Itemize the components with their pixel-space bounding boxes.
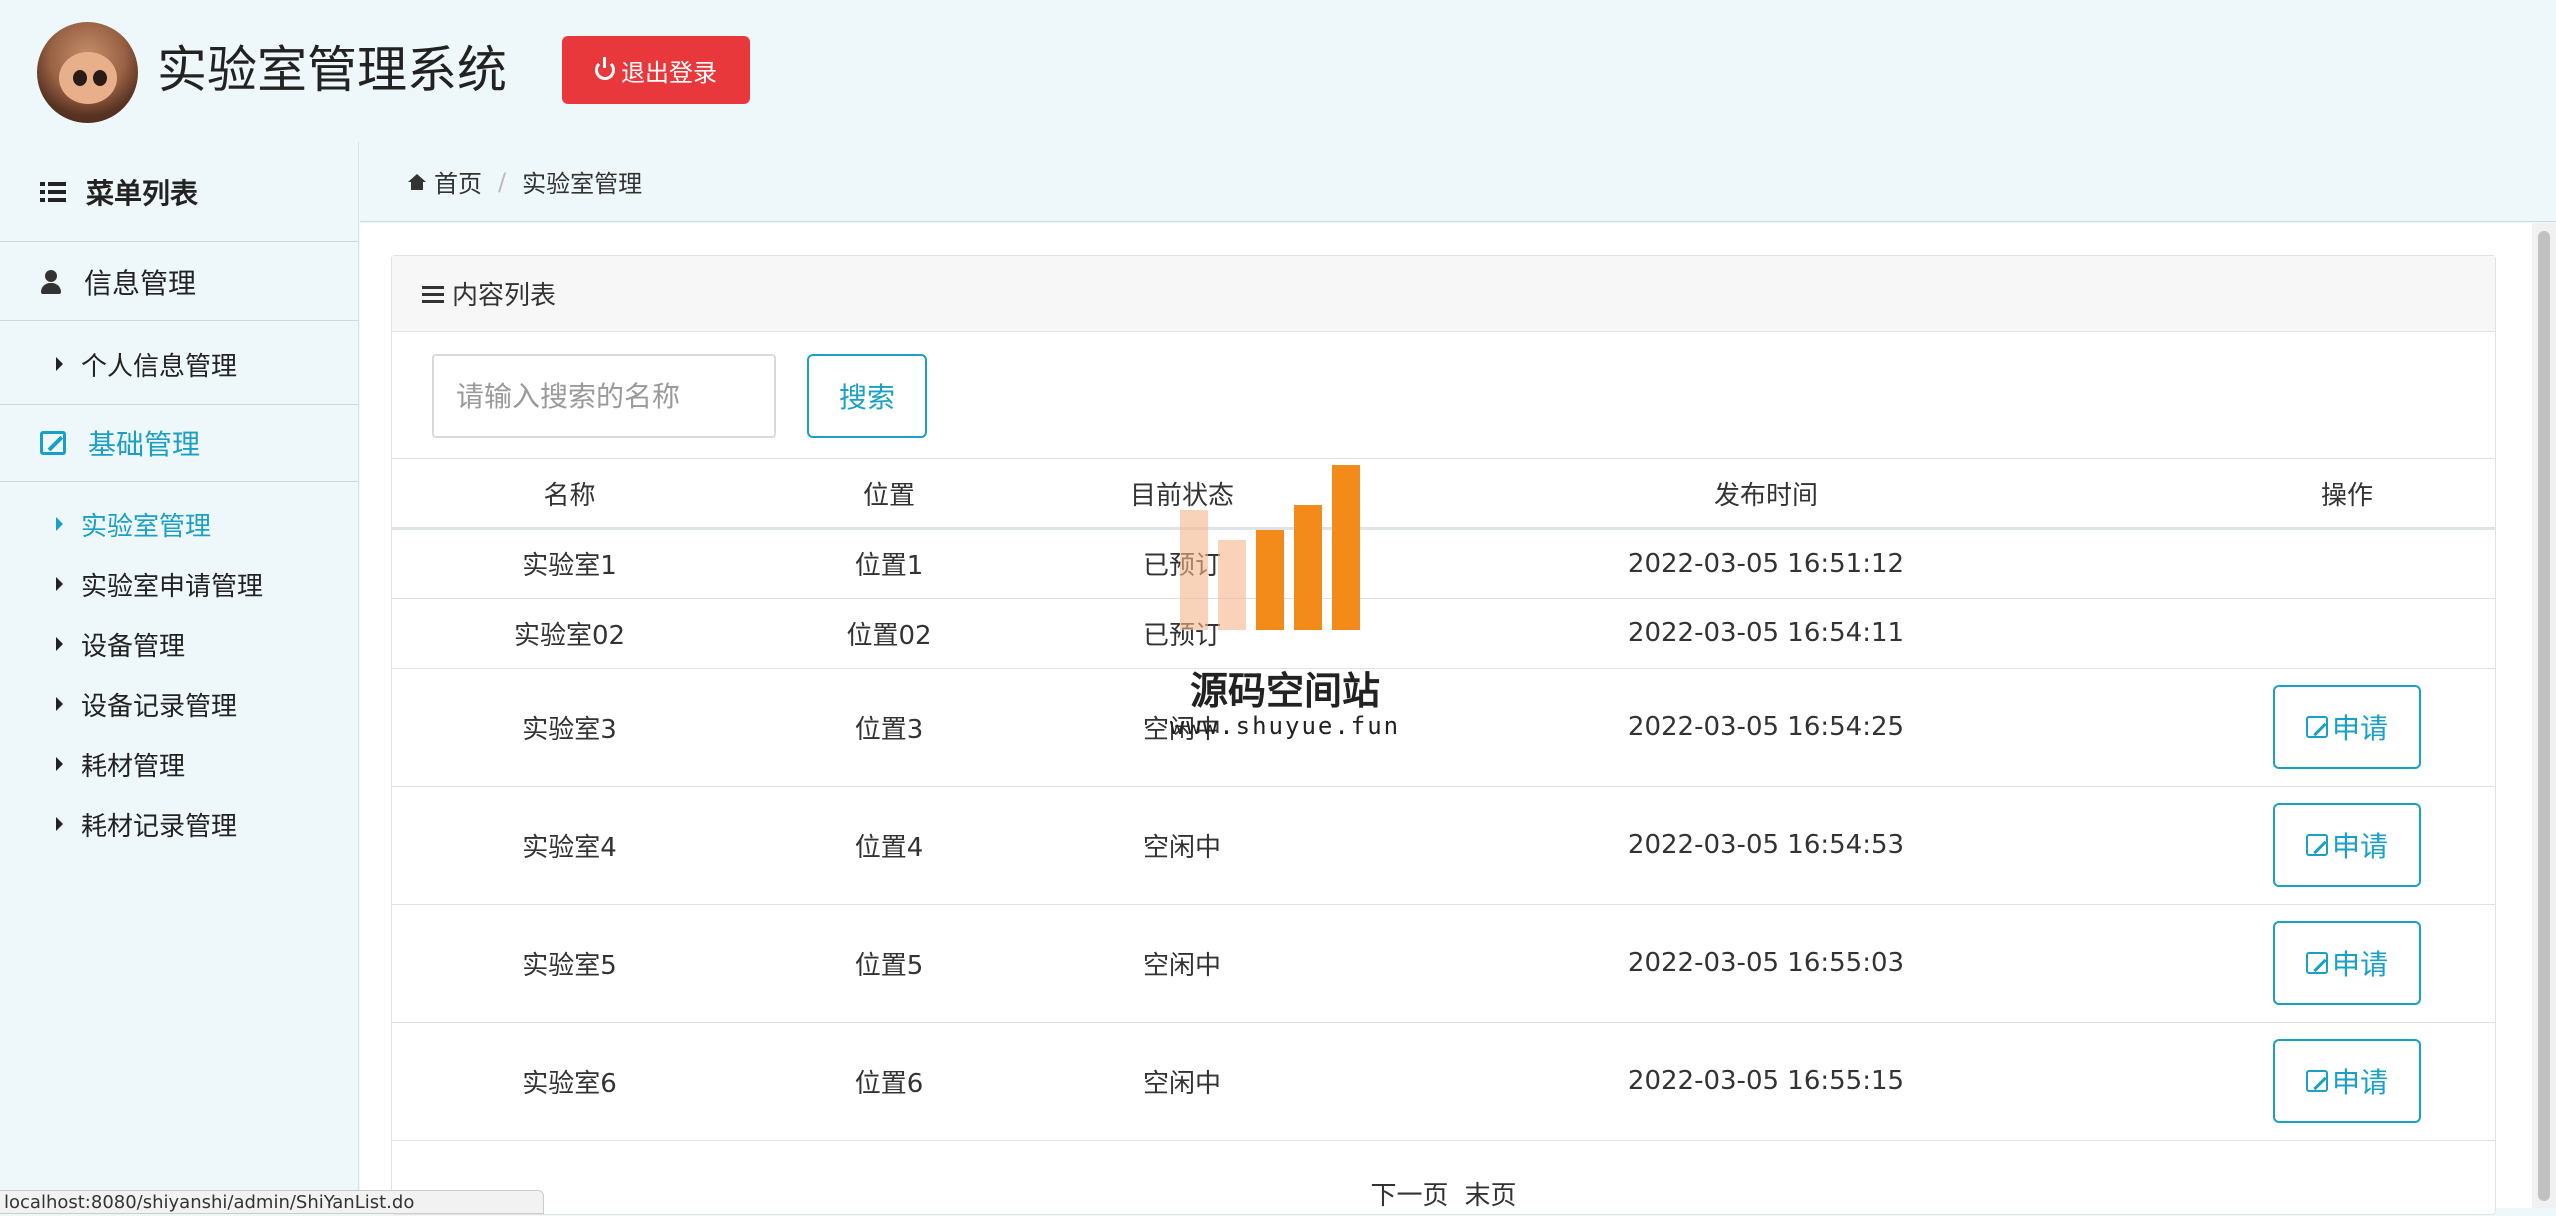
next-page-link[interactable]: 下一页 xyxy=(1370,1175,1448,1212)
sidebar-item-device-record[interactable]: 设备记录管理 xyxy=(0,674,359,734)
content-panel: 内容列表 搜索 名称 位置 目前状态 发布时间 操作 实验室1 位置1 已 xyxy=(391,255,2496,1215)
app-header: 实验室管理系统 退出登录 xyxy=(0,0,2556,142)
column-header-action: 操作 xyxy=(2199,460,2495,530)
search-input[interactable] xyxy=(432,354,776,438)
cell-time: 2022-03-05 16:54:11 xyxy=(1333,598,2199,669)
cell-time: 2022-03-05 16:55:03 xyxy=(1333,904,2199,1023)
table-row: 实验室4 位置4 空闲中 2022-03-05 16:54:53 申请 xyxy=(392,786,2495,905)
cell-action xyxy=(2199,598,2495,669)
caret-right-icon xyxy=(56,697,63,711)
sidebar-item-device[interactable]: 设备管理 xyxy=(0,614,359,674)
user-icon xyxy=(40,269,62,294)
apply-button[interactable]: 申请 xyxy=(2273,803,2421,887)
edit-icon xyxy=(2305,952,2328,974)
panel-header: 内容列表 xyxy=(392,256,2495,332)
search-button[interactable]: 搜索 xyxy=(807,354,927,438)
edit-icon xyxy=(2305,834,2328,856)
cell-status: 已预订 xyxy=(1031,598,1333,669)
cell-status: 空闲中 xyxy=(1031,904,1333,1023)
sidebar-item-lab[interactable]: 实验室管理 xyxy=(0,494,359,554)
column-header-time: 发布时间 xyxy=(1333,460,2199,530)
app-title: 实验室管理系统 xyxy=(157,41,507,99)
cell-location: 位置1 xyxy=(747,528,1031,599)
sidebar-item-consumable[interactable]: 耗材管理 xyxy=(0,734,359,794)
cell-name: 实验室02 xyxy=(392,598,747,669)
last-page-link[interactable]: 末页 xyxy=(1465,1175,1517,1212)
cell-action: 申请 xyxy=(2199,668,2495,787)
edit-icon xyxy=(2305,1070,2328,1092)
apply-button[interactable]: 申请 xyxy=(2273,1039,2421,1123)
cell-time: 2022-03-05 16:54:53 xyxy=(1333,786,2199,905)
search-bar: 搜索 xyxy=(392,333,2495,459)
scrollbar[interactable] xyxy=(2532,223,2556,1208)
edit-icon xyxy=(40,431,66,455)
logout-label: 退出登录 xyxy=(621,58,717,87)
cell-name: 实验室3 xyxy=(392,668,747,787)
breadcrumb-separator: / xyxy=(498,167,507,196)
table-row: 实验室3 位置3 空闲中 2022-03-05 16:54:25 申请 xyxy=(392,668,2495,787)
sidebar: 菜单列表 信息管理 个人信息管理 基础管理 实验室管理 实验室申请管理 设备管理… xyxy=(0,142,359,1208)
table-header-row: 名称 位置 目前状态 发布时间 操作 xyxy=(392,460,2495,530)
bars-icon xyxy=(422,285,444,303)
cell-status: 空闲中 xyxy=(1031,668,1333,787)
list-icon xyxy=(40,181,66,202)
breadcrumb-home[interactable]: 首页 xyxy=(434,164,482,199)
cell-time: 2022-03-05 16:54:25 xyxy=(1333,668,2199,787)
power-icon xyxy=(595,57,615,80)
caret-right-icon xyxy=(56,817,63,831)
cell-name: 实验室5 xyxy=(392,904,747,1023)
sidebar-item-profile[interactable]: 个人信息管理 xyxy=(0,334,359,394)
sidebar-group-basic[interactable]: 基础管理 xyxy=(0,404,359,482)
cell-name: 实验室4 xyxy=(392,786,747,905)
main-content: 内容列表 搜索 名称 位置 目前状态 发布时间 操作 实验室1 位置1 已 xyxy=(360,223,2532,1215)
caret-right-icon xyxy=(56,517,63,531)
cell-action xyxy=(2199,528,2495,599)
cell-location: 位置5 xyxy=(747,904,1031,1023)
caret-right-icon xyxy=(56,577,63,591)
table-row: 实验室6 位置6 空闲中 2022-03-05 16:55:15 申请 xyxy=(392,1022,2495,1141)
cell-status: 已预订 xyxy=(1031,528,1333,599)
lab-table: 名称 位置 目前状态 发布时间 操作 实验室1 位置1 已预订 2022-03-… xyxy=(392,460,2495,1141)
cell-action: 申请 xyxy=(2199,786,2495,905)
apply-button[interactable]: 申请 xyxy=(2273,685,2421,769)
breadcrumb-current: 实验室管理 xyxy=(522,170,643,198)
avatar xyxy=(37,22,138,123)
cell-location: 位置02 xyxy=(747,598,1031,669)
home-icon xyxy=(408,173,426,190)
cell-time: 2022-03-05 16:51:12 xyxy=(1333,528,2199,599)
sidebar-item-consumable-record[interactable]: 耗材记录管理 xyxy=(0,794,359,854)
cell-status: 空闲中 xyxy=(1031,786,1333,905)
status-bar-url: localhost:8080/shiyanshi/admin/ShiYanLis… xyxy=(0,1190,544,1214)
caret-right-icon xyxy=(56,637,63,651)
column-header-name: 名称 xyxy=(392,460,747,530)
cell-location: 位置6 xyxy=(747,1022,1031,1141)
cell-name: 实验室1 xyxy=(392,528,747,599)
column-header-location: 位置 xyxy=(747,460,1031,530)
caret-right-icon xyxy=(56,357,63,371)
apply-button[interactable]: 申请 xyxy=(2273,921,2421,1005)
sidebar-group-info[interactable]: 信息管理 xyxy=(0,243,359,321)
pagination: 下一页 末页 xyxy=(392,1170,2495,1216)
menu-title: 菜单列表 xyxy=(0,142,359,242)
cell-location: 位置3 xyxy=(747,668,1031,787)
edit-icon xyxy=(2305,716,2328,738)
cell-name: 实验室6 xyxy=(392,1022,747,1141)
cell-status: 空闲中 xyxy=(1031,1022,1333,1141)
cell-action: 申请 xyxy=(2199,1022,2495,1141)
column-header-status: 目前状态 xyxy=(1031,460,1333,530)
caret-right-icon xyxy=(56,757,63,771)
logout-button[interactable]: 退出登录 xyxy=(562,36,750,104)
table-row: 实验室02 位置02 已预订 2022-03-05 16:54:11 xyxy=(392,598,2495,669)
sidebar-item-lab-apply[interactable]: 实验室申请管理 xyxy=(0,554,359,614)
table-row: 实验室5 位置5 空闲中 2022-03-05 16:55:03 申请 xyxy=(392,904,2495,1023)
cell-time: 2022-03-05 16:55:15 xyxy=(1333,1022,2199,1141)
table-row: 实验室1 位置1 已预订 2022-03-05 16:51:12 xyxy=(392,528,2495,599)
cell-action: 申请 xyxy=(2199,904,2495,1023)
panel-title: 内容列表 xyxy=(452,281,557,311)
breadcrumb: 首页 / 实验室管理 xyxy=(360,142,2556,222)
cell-location: 位置4 xyxy=(747,786,1031,905)
